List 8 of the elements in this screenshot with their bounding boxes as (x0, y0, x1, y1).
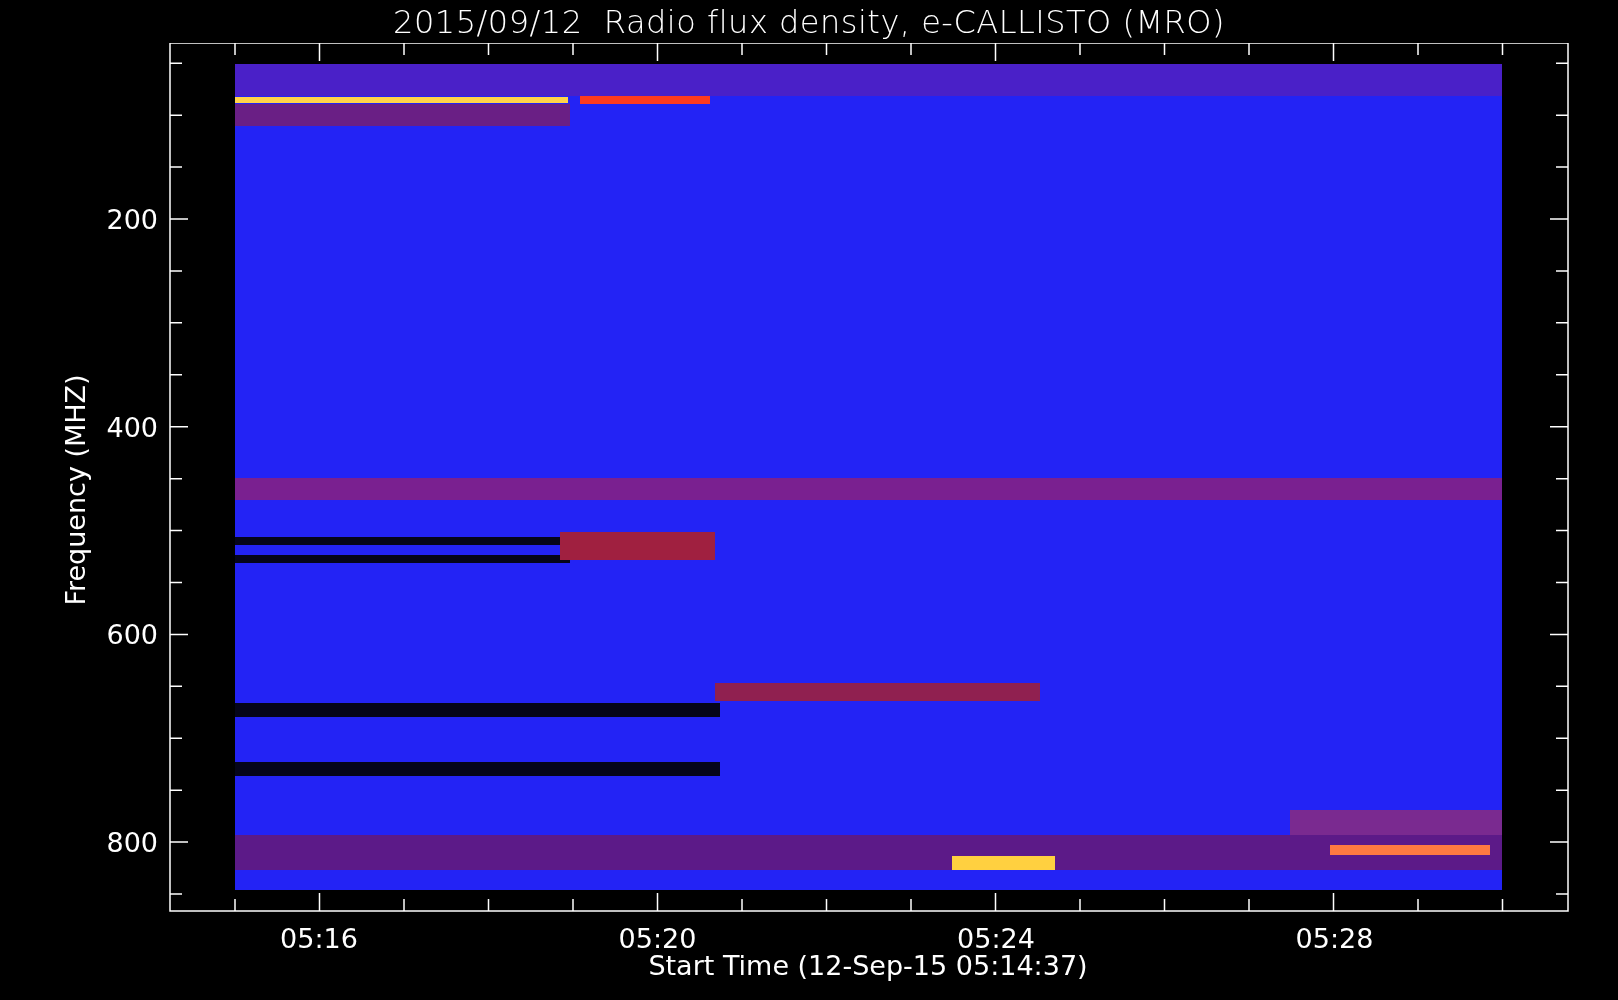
y-tick-label: 600 (106, 619, 158, 651)
y-axis-title: Frequency (MHZ) (60, 374, 91, 606)
y-tick-label: 800 (106, 827, 158, 859)
x-tick-label: 05:16 (280, 923, 358, 954)
x-tick-label: 05:28 (1295, 923, 1374, 954)
y-tick-label: 400 (106, 411, 158, 443)
chart-title: 2015/09/12 Radio flux density, e-CALLISTO (MRO) (393, 2, 1225, 41)
y-tick-label: 200 (106, 204, 158, 235)
